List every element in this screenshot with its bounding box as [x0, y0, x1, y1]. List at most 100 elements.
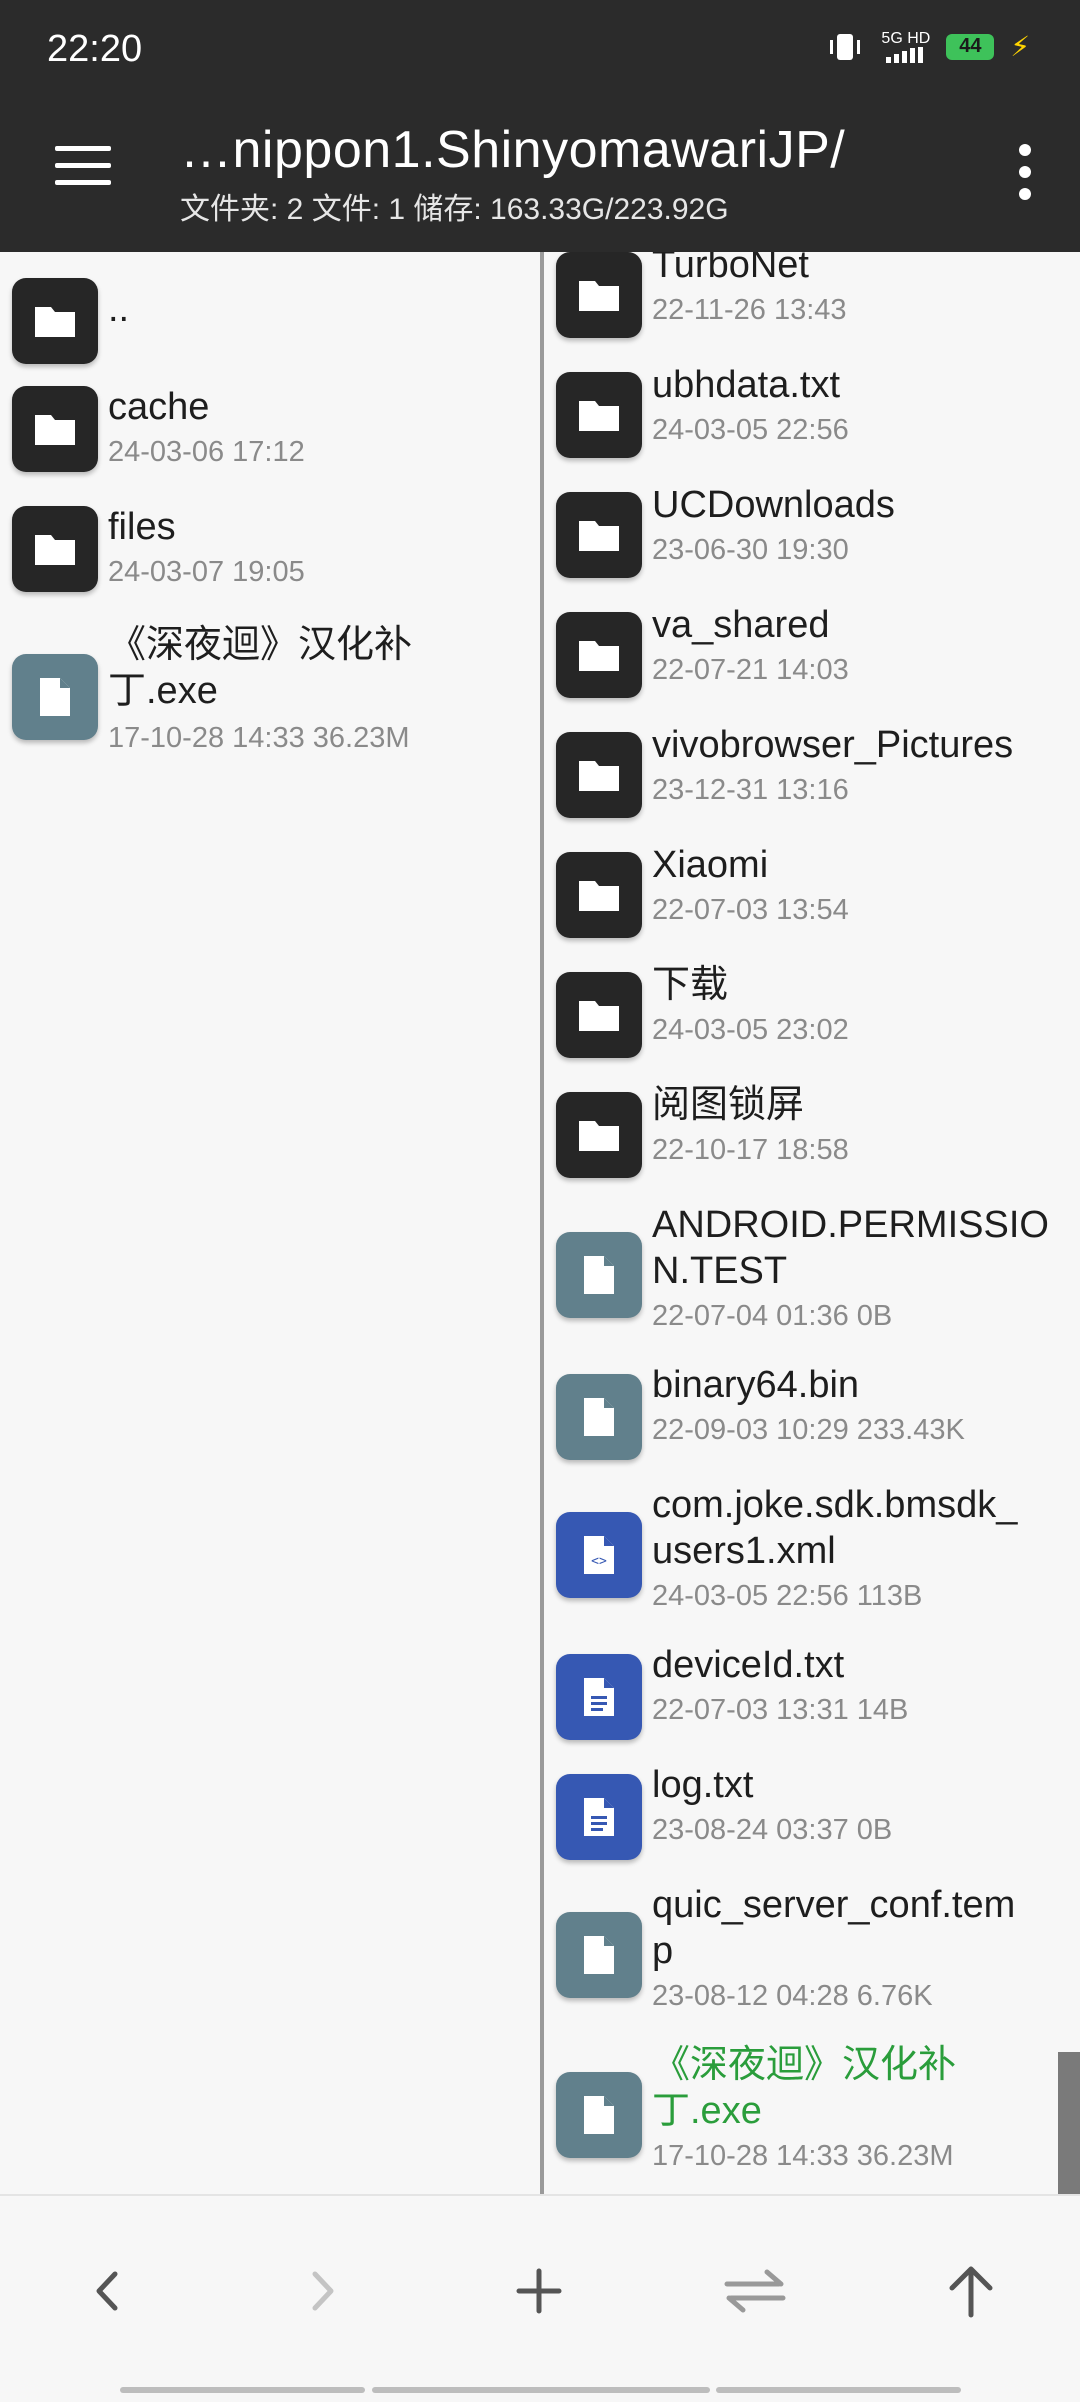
- folder-summary: 文件夹: 2 文件: 1 储存: 163.33G/223.92G: [180, 193, 729, 226]
- item-meta: 17-10-28 14:33 36.23M: [652, 2140, 954, 2172]
- bottom-toolbar: [0, 2194, 1080, 2402]
- list-item[interactable]: quic_server_conf.tem p 23-08-12 04:28 6.…: [544, 1882, 1080, 2022]
- list-item[interactable]: TurboNet 22-11-26 13:43: [544, 252, 1080, 342]
- signal-icon: [885, 46, 923, 63]
- gesture-bar-segment: [716, 2387, 961, 2393]
- arrow-up-icon: [949, 2266, 993, 2318]
- current-path: …nippon1.ShinyomawariJP/: [180, 121, 846, 179]
- item-name: ubhdata.txt: [652, 364, 841, 406]
- status-icons: 5G HD 44 ⚡: [825, 30, 1030, 63]
- right-pane[interactable]: TurboNet 22-11-26 13:43 ubhdata.txt 24-0…: [544, 252, 1080, 2194]
- item-meta: 22-07-04 01:36 0B: [652, 1300, 893, 1332]
- file-icon: [12, 654, 98, 740]
- item-name: UCDownloads: [652, 484, 895, 526]
- gesture-bar-segment: [372, 2387, 710, 2393]
- item-meta: 24-03-06 17:12: [108, 436, 305, 468]
- list-item[interactable]: <> com.joke.sdk.bmsdk_ users1.xml 24-03-…: [544, 1482, 1080, 1622]
- scrollbar-thumb[interactable]: [1058, 2052, 1080, 2194]
- network-label: 5G HD: [881, 29, 931, 47]
- item-meta: 22-09-03 10:29 233.43K: [652, 1414, 965, 1446]
- plus-icon: [516, 2268, 562, 2314]
- menu-icon[interactable]: [55, 146, 111, 186]
- list-item[interactable]: cache 24-03-06 17:12: [0, 374, 540, 474]
- item-meta: 24-03-05 23:02: [652, 1014, 849, 1046]
- folder-icon: [556, 612, 642, 698]
- svg-text:<>: <>: [591, 1554, 607, 1569]
- list-item[interactable]: UCDownloads 23-06-30 19:30: [544, 482, 1080, 582]
- item-meta: 23-08-12 04:28 6.76K: [652, 1980, 933, 2012]
- item-name: ..: [108, 288, 130, 330]
- gesture-bar-segment: [120, 2387, 365, 2393]
- item-name: deviceId.txt: [652, 1644, 845, 1686]
- list-item[interactable]: binary64.bin 22-09-03 10:29 233.43K: [544, 1362, 1080, 1462]
- file-icon: [556, 1374, 642, 1460]
- network-indicator: 5G HD: [881, 29, 931, 63]
- file-icon: [556, 2072, 642, 2158]
- item-name: TurboNet: [652, 252, 809, 286]
- vibrate-icon: [830, 33, 861, 60]
- forward-button[interactable]: [278, 2246, 368, 2336]
- list-item[interactable]: 《深夜迴》汉化补 丁.exe 17-10-28 14:33 36.23M: [0, 614, 540, 754]
- item-meta: 24-03-05 22:56 113B: [652, 1580, 923, 1612]
- list-item[interactable]: deviceId.txt 22-07-03 13:31 14B: [544, 1642, 1080, 1742]
- item-name: 《深夜迴》汉化补 丁.exe: [108, 624, 413, 712]
- item-meta: 22-07-21 14:03: [652, 654, 849, 686]
- folder-icon: [556, 372, 642, 458]
- item-meta: 22-11-26 13:43: [652, 294, 847, 326]
- battery-icon: 44: [946, 33, 995, 60]
- item-name: files: [108, 506, 176, 548]
- up-directory-button[interactable]: [926, 2246, 1016, 2336]
- item-name: 下载: [652, 964, 729, 1006]
- item-meta: 23-12-31 13:16: [652, 774, 849, 806]
- item-name: ANDROID.PERMISSIO N.TEST: [652, 1204, 1049, 1292]
- swap-icon: [724, 2269, 786, 2313]
- item-name: log.txt: [652, 1764, 754, 1806]
- app-bar: …nippon1.ShinyomawariJP/ 文件夹: 2 文件: 1 储存…: [0, 100, 1080, 252]
- item-meta: 22-07-03 13:31 14B: [652, 1694, 909, 1726]
- code-file-icon: <>: [556, 1512, 642, 1598]
- item-name: binary64.bin: [652, 1364, 860, 1406]
- list-item[interactable]: Xiaomi 22-07-03 13:54: [544, 842, 1080, 942]
- list-item-selected[interactable]: 《深夜迴》汉化补 丁.exe 17-10-28 14:33 36.23M: [544, 2042, 1080, 2192]
- left-pane[interactable]: .. cache 24-03-06 17:12 files 24-03-07 1…: [0, 252, 540, 2194]
- charging-icon: ⚡: [1010, 31, 1030, 62]
- item-meta: 24-03-07 19:05: [108, 556, 305, 588]
- swap-panes-button[interactable]: [710, 2246, 800, 2336]
- item-name: vivobrowser_Pictures: [652, 724, 1014, 766]
- item-name: quic_server_conf.tem p: [652, 1884, 1016, 1972]
- folder-icon: [12, 506, 98, 592]
- item-meta: 22-07-03 13:54: [652, 894, 849, 926]
- item-meta: 22-10-17 18:58: [652, 1134, 849, 1166]
- text-file-icon: [556, 1654, 642, 1740]
- chevron-right-icon: [312, 2271, 334, 2311]
- list-item[interactable]: 阅图锁屏 22-10-17 18:58: [544, 1082, 1080, 1182]
- item-name: Xiaomi: [652, 844, 769, 886]
- list-item[interactable]: va_shared 22-07-21 14:03: [544, 602, 1080, 702]
- add-button[interactable]: [494, 2246, 584, 2336]
- status-bar: 22:20 5G HD 44 ⚡: [0, 0, 1080, 100]
- folder-icon: [556, 732, 642, 818]
- status-time: 22:20: [47, 28, 143, 70]
- item-name: 阅图锁屏: [652, 1084, 805, 1126]
- list-item-parent[interactable]: ..: [0, 266, 540, 366]
- item-name: 《深夜迴》汉化补 丁.exe: [652, 2044, 957, 2132]
- folder-icon: [12, 386, 98, 472]
- list-item[interactable]: ANDROID.PERMISSIO N.TEST 22-07-04 01:36 …: [544, 1202, 1080, 1342]
- chevron-left-icon: [96, 2271, 118, 2311]
- list-item[interactable]: files 24-03-07 19:05: [0, 494, 540, 594]
- text-file-icon: [556, 1774, 642, 1860]
- folder-icon: [556, 492, 642, 578]
- list-item[interactable]: vivobrowser_Pictures 23-12-31 13:16: [544, 722, 1080, 822]
- list-item[interactable]: 下载 24-03-05 23:02: [544, 962, 1080, 1062]
- list-item[interactable]: log.txt 23-08-24 03:37 0B: [544, 1762, 1080, 1862]
- item-meta: 23-08-24 03:37 0B: [652, 1814, 893, 1846]
- folder-icon: [556, 852, 642, 938]
- more-options-icon[interactable]: [1010, 144, 1040, 204]
- back-button[interactable]: [62, 2246, 152, 2336]
- item-name: va_shared: [652, 604, 830, 646]
- item-name: cache: [108, 386, 210, 428]
- list-item[interactable]: ubhdata.txt 24-03-05 22:56: [544, 362, 1080, 462]
- item-meta: 23-06-30 19:30: [652, 534, 849, 566]
- folder-icon: [12, 278, 98, 364]
- folder-icon: [556, 252, 642, 338]
